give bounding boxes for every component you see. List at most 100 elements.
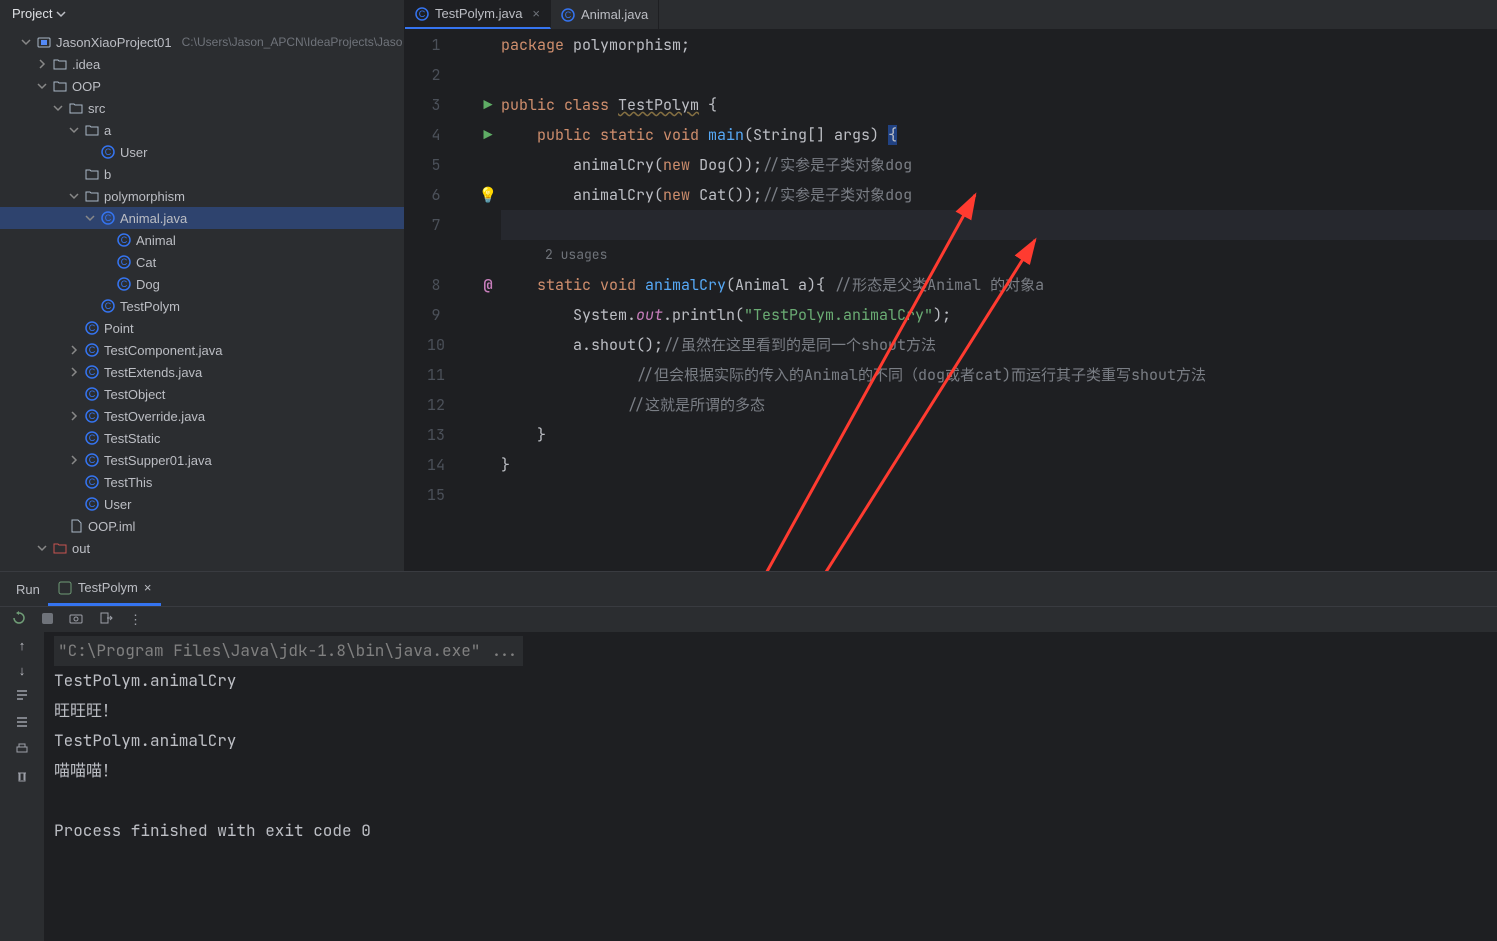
line-number: 2 xyxy=(405,60,467,90)
tree-item-label: b xyxy=(104,167,111,182)
stop-button[interactable] xyxy=(42,612,53,627)
rerun-button[interactable] xyxy=(12,611,26,628)
tree-item[interactable]: CPoint xyxy=(0,317,404,339)
editor-tab[interactable]: CAnimal.java xyxy=(551,0,659,29)
tree-item[interactable]: C User xyxy=(0,141,404,163)
tree-item[interactable]: .idea xyxy=(0,53,404,75)
chevron-right-icon xyxy=(68,367,80,377)
code-line[interactable]: static void animalCry(Animal a){ //形态是父类… xyxy=(501,270,1497,300)
run-gutter-icon[interactable]: ▶ xyxy=(483,120,492,150)
tree-item[interactable]: b xyxy=(0,163,404,185)
tree-item-label: TestExtends.java xyxy=(104,365,202,380)
project-root[interactable]: JasonXiaoProject01 C:\Users\Jason_APCN\I… xyxy=(0,31,404,53)
svg-text:C: C xyxy=(89,477,96,487)
tree-item[interactable]: CTestComponent.java xyxy=(0,339,404,361)
tree-item[interactable]: out xyxy=(0,537,404,559)
tree-item-label: out xyxy=(72,541,90,556)
code-line[interactable]: public static void main(String[] args) { xyxy=(501,120,1497,150)
chevron-right-icon xyxy=(36,59,48,69)
soft-wrap-icon[interactable] xyxy=(15,688,29,705)
tree-item-label: User xyxy=(120,145,147,160)
code-line[interactable]: //但会根据实际的传入的Animal的不同（dog或者cat)而运行其子类重写s… xyxy=(501,360,1497,390)
chevron-down-icon xyxy=(36,81,48,91)
code-line[interactable]: } xyxy=(501,450,1497,480)
run-gutter-icon[interactable]: ▶ xyxy=(483,90,492,120)
close-icon[interactable]: × xyxy=(144,580,152,595)
tree-item[interactable]: polymorphism xyxy=(0,185,404,207)
project-root-label: JasonXiaoProject01 xyxy=(56,35,172,50)
tree-item-label: .idea xyxy=(72,57,100,72)
tree-item[interactable]: CTestOverride.java xyxy=(0,405,404,427)
code-content[interactable]: package polymorphism; public class TestPo… xyxy=(501,30,1497,571)
tree-item[interactable]: C TestStatic xyxy=(0,427,404,449)
intention-bulb-icon[interactable]: 💡 xyxy=(479,180,498,210)
tree-item[interactable]: CUser xyxy=(0,493,404,515)
code-editor[interactable]: 123456789101112131415 ▶▶💡@ package polym… xyxy=(405,30,1497,571)
tree-item-label: TestSupper01.java xyxy=(104,453,212,468)
scroll-end-icon[interactable] xyxy=(15,715,29,732)
run-toolbar: ⋮ xyxy=(0,606,1497,632)
folder-icon xyxy=(84,188,100,204)
code-line[interactable]: public class TestPolym { xyxy=(501,90,1497,120)
more-icon[interactable]: ⋮ xyxy=(129,612,142,628)
tree-item[interactable]: C Cat xyxy=(0,251,404,273)
console-output[interactable]: "C:\Program Files\Java\jdk-1.8\bin\java.… xyxy=(44,632,1497,941)
chevron-right-icon xyxy=(68,455,80,465)
svg-text:C: C xyxy=(121,279,128,289)
run-side-toolbar: ↑ ↓ xyxy=(0,632,44,941)
tree-item[interactable]: CTestObject xyxy=(0,383,404,405)
code-line[interactable] xyxy=(501,60,1497,90)
close-icon[interactable]: × xyxy=(532,6,540,21)
tree-item-label: Cat xyxy=(136,255,156,270)
class-icon: C xyxy=(84,496,100,512)
tree-item[interactable]: CTestThis xyxy=(0,471,404,493)
down-icon[interactable]: ↓ xyxy=(19,663,26,678)
code-line[interactable]: animalCry(new Dog());//实参是子类对象dog xyxy=(501,150,1497,180)
tree-item[interactable]: OOP.iml xyxy=(0,515,404,537)
project-tree[interactable]: JasonXiaoProject01 C:\Users\Jason_APCN\I… xyxy=(0,27,404,571)
run-config-tab[interactable]: TestPolym × xyxy=(48,572,162,606)
tree-item[interactable]: a xyxy=(0,119,404,141)
tree-item[interactable]: CAnimal xyxy=(0,229,404,251)
folder-icon xyxy=(52,78,68,94)
project-tool-header[interactable]: Project xyxy=(0,0,404,27)
usages-hint[interactable]: 2 usages xyxy=(501,240,1497,270)
class-icon: C xyxy=(100,210,116,226)
code-line[interactable] xyxy=(501,210,1497,240)
code-line[interactable]: animalCry(new Cat());//实参是子类对象dog xyxy=(501,180,1497,210)
up-icon[interactable]: ↑ xyxy=(19,638,26,653)
chevron-down-icon xyxy=(20,37,32,47)
tree-item[interactable]: CTestPolym xyxy=(0,295,404,317)
tree-item[interactable]: CDog xyxy=(0,273,404,295)
code-line[interactable]: a.shout();//虽然在这里看到的是同一个shout方法 xyxy=(501,330,1497,360)
svg-text:C: C xyxy=(105,301,112,311)
camera-icon[interactable] xyxy=(69,611,83,628)
tree-item[interactable]: CAnimal.java xyxy=(0,207,404,229)
tree-item-label: TestStatic xyxy=(104,431,160,446)
tree-item[interactable]: src xyxy=(0,97,404,119)
class-icon: C xyxy=(116,254,132,270)
code-line[interactable] xyxy=(501,480,1497,510)
exit-icon[interactable] xyxy=(99,611,113,628)
tab-label: TestPolym.java xyxy=(435,6,522,21)
project-sidebar: Project JasonXiaoProject01 C:\Users\Jaso… xyxy=(0,0,405,571)
override-icon[interactable]: @ xyxy=(483,270,492,300)
tree-item[interactable]: CTestSupper01.java xyxy=(0,449,404,471)
tree-item[interactable]: CTestExtends.java xyxy=(0,361,404,383)
trash-icon[interactable] xyxy=(15,769,29,786)
console-line: TestPolym.animalCry xyxy=(54,726,1487,756)
svg-text:C: C xyxy=(89,433,96,443)
project-root-path: C:\Users\Jason_APCN\IdeaProjects\Jaso xyxy=(182,35,403,49)
class-icon: C xyxy=(84,408,100,424)
code-line[interactable]: } xyxy=(501,420,1497,450)
svg-text:C: C xyxy=(89,411,96,421)
tree-item[interactable]: OOP xyxy=(0,75,404,97)
tree-item-label: TestComponent.java xyxy=(104,343,223,358)
code-line[interactable]: //这就是所谓的多态 xyxy=(501,390,1497,420)
code-line[interactable]: System.out.println("TestPolym.animalCry"… xyxy=(501,300,1497,330)
code-line[interactable]: package polymorphism; xyxy=(501,30,1497,60)
file-icon xyxy=(68,518,84,534)
svg-text:C: C xyxy=(105,147,112,157)
print-icon[interactable] xyxy=(15,742,29,759)
editor-tab[interactable]: CTestPolym.java× xyxy=(405,0,551,29)
